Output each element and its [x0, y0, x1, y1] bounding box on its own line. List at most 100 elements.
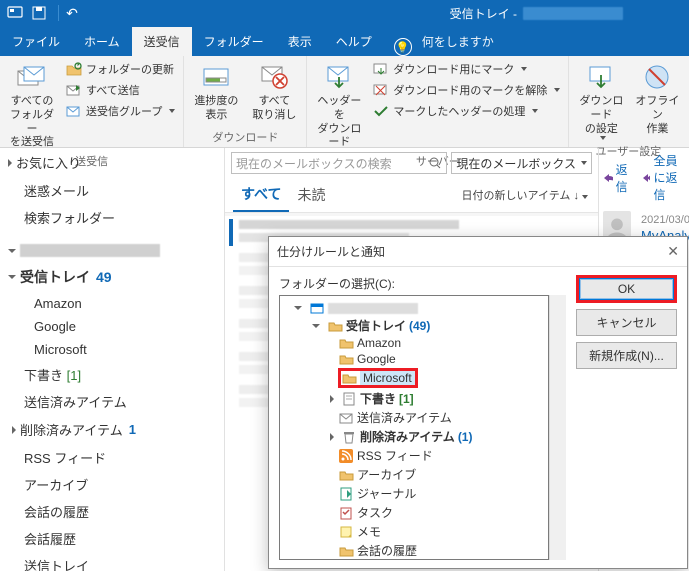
reply-button[interactable]: 返信 [603, 152, 632, 203]
message-date: 2021/03/08 [637, 214, 689, 226]
trash-icon [341, 430, 357, 444]
mailbox-icon [309, 301, 325, 315]
folder-select-dialog: 仕分けルールと通知 ✕ フォルダーの選択(C): 受信トレイ (49) Amaz… [268, 236, 688, 569]
window-title-prefix: 受信トレイ - [450, 5, 517, 22]
tab-help[interactable]: ヘルプ [324, 27, 384, 56]
offline-icon [641, 61, 673, 93]
account-name-blurred [523, 7, 623, 20]
search-icon[interactable] [428, 156, 442, 170]
tree-microsoft-highlighted[interactable]: Microsoft [282, 367, 546, 389]
save-icon[interactable] [30, 4, 48, 22]
folder-icon [338, 468, 354, 482]
folder-icon [338, 352, 354, 366]
close-icon[interactable]: ✕ [667, 243, 679, 260]
tree-journal[interactable]: ジャーナル [282, 484, 546, 503]
send-all-button[interactable]: すべて送信 [62, 80, 179, 100]
folder-tree[interactable]: 受信トレイ (49) Amazon Google Microsoft 下書き [… [279, 295, 549, 560]
nav-deleted[interactable]: 削除済みアイテム1 [0, 415, 224, 444]
nav-junk[interactable]: 迷惑メール [0, 177, 224, 204]
process-headers-icon [373, 103, 389, 119]
tab-all-messages[interactable]: すべて [233, 178, 289, 212]
download-settings-button[interactable]: ダウンロード の設定 [573, 59, 629, 142]
sort-dropdown[interactable]: 日付の新しいアイテム ↓ [460, 181, 590, 209]
nav-favorites[interactable]: お気に入り [0, 148, 224, 177]
unmark-download-icon [373, 82, 389, 98]
tab-folder[interactable]: フォルダー [192, 27, 276, 56]
nav-conversation-history-2[interactable]: 会話履歴 [0, 525, 224, 552]
ok-button-highlighted[interactable]: OK [576, 275, 677, 303]
nav-rss[interactable]: RSS フィード [0, 444, 224, 471]
reply-all-button[interactable]: 全員に返信 [642, 152, 685, 203]
tree-drafts[interactable]: 下書き [1] [282, 389, 546, 408]
nav-inbox[interactable]: 受信トレイ49 [0, 262, 224, 292]
new-folder-button[interactable]: 新規作成(N)... [576, 342, 677, 369]
nav-inbox-amazon[interactable]: Amazon [0, 292, 224, 315]
tree-sent[interactable]: 送信済みアイテム [282, 408, 546, 427]
nav-drafts[interactable]: 下書き [1] [0, 361, 224, 388]
tree-conv-history[interactable]: 会話の履歴 [282, 541, 546, 560]
tab-view[interactable]: 表示 [276, 27, 324, 56]
reply-all-icon [642, 172, 650, 184]
cancel-all-button[interactable]: すべて 取り消し [246, 59, 302, 125]
ribbon-group-sendreceive: すべてのフォルダー を送受信 フォルダーの更新 すべて送信 送受信グループ 送受… [0, 56, 184, 147]
show-progress-button[interactable]: 進捗度の 表示 [188, 59, 244, 125]
tree-google[interactable]: Google [282, 351, 546, 367]
nav-search-folder[interactable]: 検索フォルダー [0, 204, 224, 231]
download-settings-icon [585, 61, 617, 93]
rss-icon [338, 449, 354, 463]
tab-home[interactable]: ホーム [72, 27, 132, 56]
nav-sent[interactable]: 送信済みアイテム [0, 388, 224, 415]
folder-icon [327, 319, 343, 333]
cancel-icon [258, 61, 290, 93]
nav-account[interactable] [0, 239, 224, 262]
send-receive-group-button[interactable]: 送受信グループ [62, 101, 179, 121]
ribbon-group-user-settings: ダウンロード の設定 オフライン 作業 ユーザー設定 [569, 56, 687, 147]
nav-conversation-history[interactable]: 会話の履歴 [0, 498, 224, 525]
envelope-group-icon [66, 103, 82, 119]
sent-icon [338, 411, 354, 425]
tree-archive[interactable]: アーカイブ [282, 465, 546, 484]
cancel-button[interactable]: キャンセル [576, 309, 677, 336]
search-scope-dropdown[interactable]: 現在のメールボックス [451, 152, 592, 174]
tell-me-search[interactable]: 何をしますか [412, 27, 504, 56]
send-all-icon [66, 82, 82, 98]
mark-download-icon [373, 61, 389, 77]
folder-select-label: フォルダーの選択(C): [279, 275, 566, 292]
help-bulb-icon[interactable]: 💡 [394, 38, 412, 56]
folder-icon [338, 336, 354, 350]
nav-outbox[interactable]: 送信トレイ [0, 552, 224, 571]
dialog-title: 仕分けルールと通知 [277, 243, 385, 260]
tree-tasks[interactable]: タスク [282, 503, 546, 522]
tab-send-receive[interactable]: 送受信 [132, 27, 192, 56]
tree-deleted[interactable]: 削除済みアイテム (1) [282, 427, 546, 446]
update-folder-button[interactable]: フォルダーの更新 [62, 59, 179, 79]
mark-for-download-button[interactable]: ダウンロード用にマーク [369, 59, 564, 79]
tree-notes[interactable]: メモ [282, 522, 546, 541]
tree-amazon[interactable]: Amazon [282, 335, 546, 351]
envelopes-icon [16, 61, 48, 93]
download-headers-button[interactable]: ヘッダーを ダウンロード [311, 59, 367, 152]
tree-rss[interactable]: RSS フィード [282, 446, 546, 465]
folder-icon [341, 371, 357, 385]
process-marked-headers-button[interactable]: マークしたヘッダーの処理 [369, 101, 564, 121]
work-offline-button[interactable]: オフライン 作業 [631, 59, 683, 138]
send-receive-all-button[interactable]: すべてのフォルダー を送受信 [4, 59, 60, 152]
tree-scrollbar[interactable] [549, 295, 566, 560]
tab-unread-messages[interactable]: 未読 [289, 179, 333, 211]
folder-refresh-icon [66, 61, 82, 77]
progress-icon [200, 61, 232, 93]
journal-icon [338, 487, 354, 501]
nav-inbox-google[interactable]: Google [0, 315, 224, 338]
tab-file[interactable]: ファイル [0, 27, 72, 56]
account-blurred [20, 244, 160, 257]
tree-inbox[interactable]: 受信トレイ (49) [282, 316, 546, 335]
search-input[interactable]: 現在のメールボックスの検索 [231, 152, 447, 174]
nav-inbox-microsoft[interactable]: Microsoft [0, 338, 224, 361]
download-header-icon [323, 61, 355, 93]
tree-account[interactable] [282, 300, 546, 316]
nav-archive[interactable]: アーカイブ [0, 471, 224, 498]
unmark-download-button[interactable]: ダウンロード用のマークを解除 [369, 80, 564, 100]
tasks-icon [338, 506, 354, 520]
undo-icon[interactable]: ↶ [63, 4, 81, 22]
note-icon [338, 525, 354, 539]
